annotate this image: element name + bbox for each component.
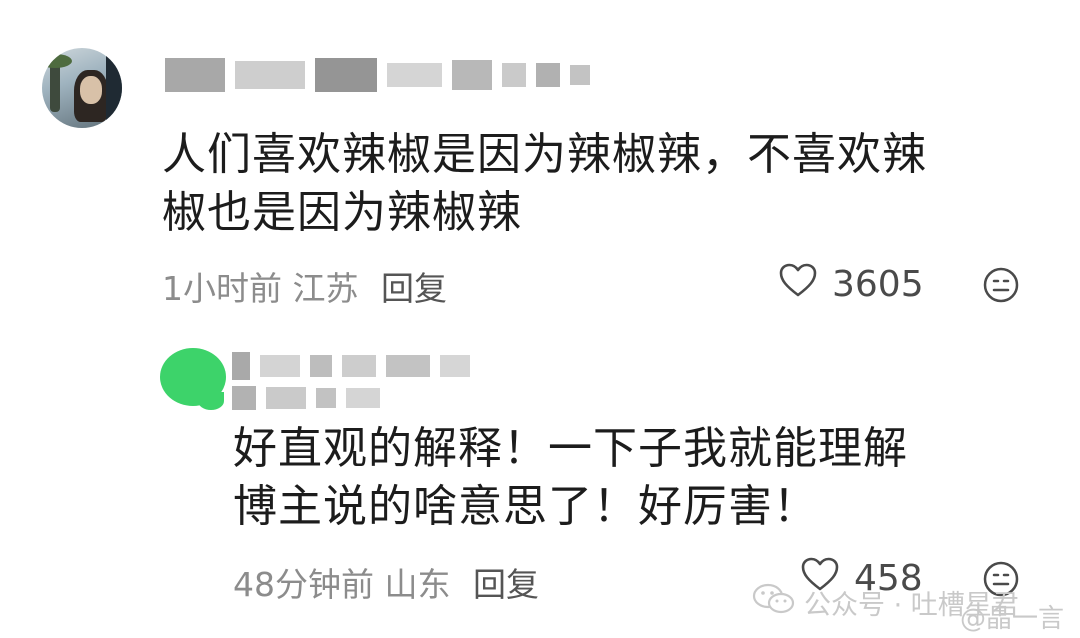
comment-text-line: 博主说的啥意思了！好厉害！ xyxy=(233,481,818,532)
avatar[interactable] xyxy=(42,48,122,128)
timestamp: 1小时前 xyxy=(162,269,282,308)
comment-text-line: 好直观的解释！一下子我就能理解 xyxy=(233,423,908,474)
timestamp: 48分钟前 xyxy=(233,565,374,604)
comment-meta: 1小时前 江苏 回复 xyxy=(162,262,447,310)
reply-button[interactable]: 回复 xyxy=(473,565,539,604)
heart-outline-icon xyxy=(778,262,818,307)
comment-text-line: 人们喜欢辣椒是因为辣椒辣，不喜欢辣 xyxy=(162,129,927,180)
location: 山东 xyxy=(384,565,451,604)
like-count: 3605 xyxy=(832,264,924,305)
location: 江苏 xyxy=(292,269,359,308)
watermark-handle: @晶一言 xyxy=(960,604,1065,634)
username-blurred[interactable] xyxy=(232,352,482,410)
like-button[interactable]: 3605 xyxy=(778,262,924,307)
avatar-decoration xyxy=(198,392,224,410)
wechat-icon xyxy=(752,582,796,623)
comment-text-line: 椒也是因为辣椒辣 xyxy=(162,187,522,238)
username-blurred[interactable] xyxy=(165,58,590,92)
reply-button[interactable]: 回复 xyxy=(381,269,447,308)
comment-text: 人们喜欢辣椒是因为辣椒辣，不喜欢辣 椒也是因为辣椒辣 xyxy=(162,126,927,242)
comment-meta: 48分钟前 山东 回复 xyxy=(233,558,539,606)
comment-text: 好直观的解释！一下子我就能理解 博主说的啥意思了！好厉害！ xyxy=(233,420,908,536)
neutral-face-icon[interactable] xyxy=(982,266,1020,308)
